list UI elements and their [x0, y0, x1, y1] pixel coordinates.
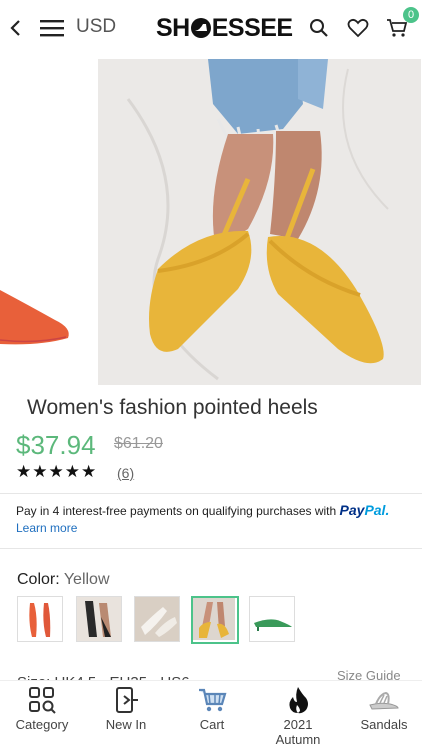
product-title: Women's fashion pointed heels: [27, 396, 318, 419]
previous-product-image[interactable]: [0, 58, 94, 385]
paypal-logo: PayPal: [339, 502, 386, 518]
divider: [0, 548, 422, 549]
star-rating: ★★★★★: [16, 462, 98, 481]
product-main-image[interactable]: [98, 59, 421, 385]
category-icon: [0, 685, 84, 715]
menu-icon[interactable]: [40, 16, 64, 40]
color-swatch-yellow[interactable]: [191, 596, 239, 644]
back-icon[interactable]: [4, 16, 28, 40]
paypal-pay-in-4-banner: Pay in 4 interest-free payments on quali…: [16, 502, 390, 535]
nav-cart[interactable]: Cart: [170, 681, 254, 732]
cart-icon: [170, 685, 254, 715]
review-count-link[interactable]: (6): [117, 465, 134, 481]
product-gallery[interactable]: [0, 58, 422, 385]
nav-2021-autumn[interactable]: 2021 Autumn: [256, 681, 340, 747]
search-icon[interactable]: [307, 16, 331, 40]
sandal-icon: [342, 685, 422, 715]
nav-category[interactable]: Category: [0, 681, 84, 732]
new-in-icon: [84, 685, 168, 715]
shoe-logo-icon: [190, 18, 211, 38]
wishlist-heart-icon[interactable]: [346, 16, 370, 40]
color-swatch-white[interactable]: [134, 596, 180, 642]
cart-count-badge: 0: [403, 7, 419, 23]
sale-price: $37.94: [16, 430, 96, 460]
color-swatch-green[interactable]: [249, 596, 295, 642]
nav-new-in[interactable]: New In: [84, 681, 168, 732]
currency-selector[interactable]: USD: [76, 16, 116, 38]
divider: [0, 493, 422, 494]
top-bar: USD SH ESSEE 0: [0, 0, 422, 59]
learn-more-link[interactable]: Learn more: [16, 521, 77, 535]
original-price: $61.20: [114, 435, 163, 452]
color-swatch-black[interactable]: [76, 596, 122, 642]
site-logo[interactable]: SH ESSEE: [156, 14, 293, 43]
color-swatch-red[interactable]: [17, 596, 63, 642]
selected-color-value: Yellow: [63, 571, 110, 588]
nav-sandals[interactable]: Sandals: [342, 681, 422, 732]
flame-icon: [256, 685, 340, 715]
bottom-navigation: Category New In Cart 2021 Autumn Sandals: [0, 680, 422, 751]
color-label: Color: Yellow: [17, 571, 110, 588]
